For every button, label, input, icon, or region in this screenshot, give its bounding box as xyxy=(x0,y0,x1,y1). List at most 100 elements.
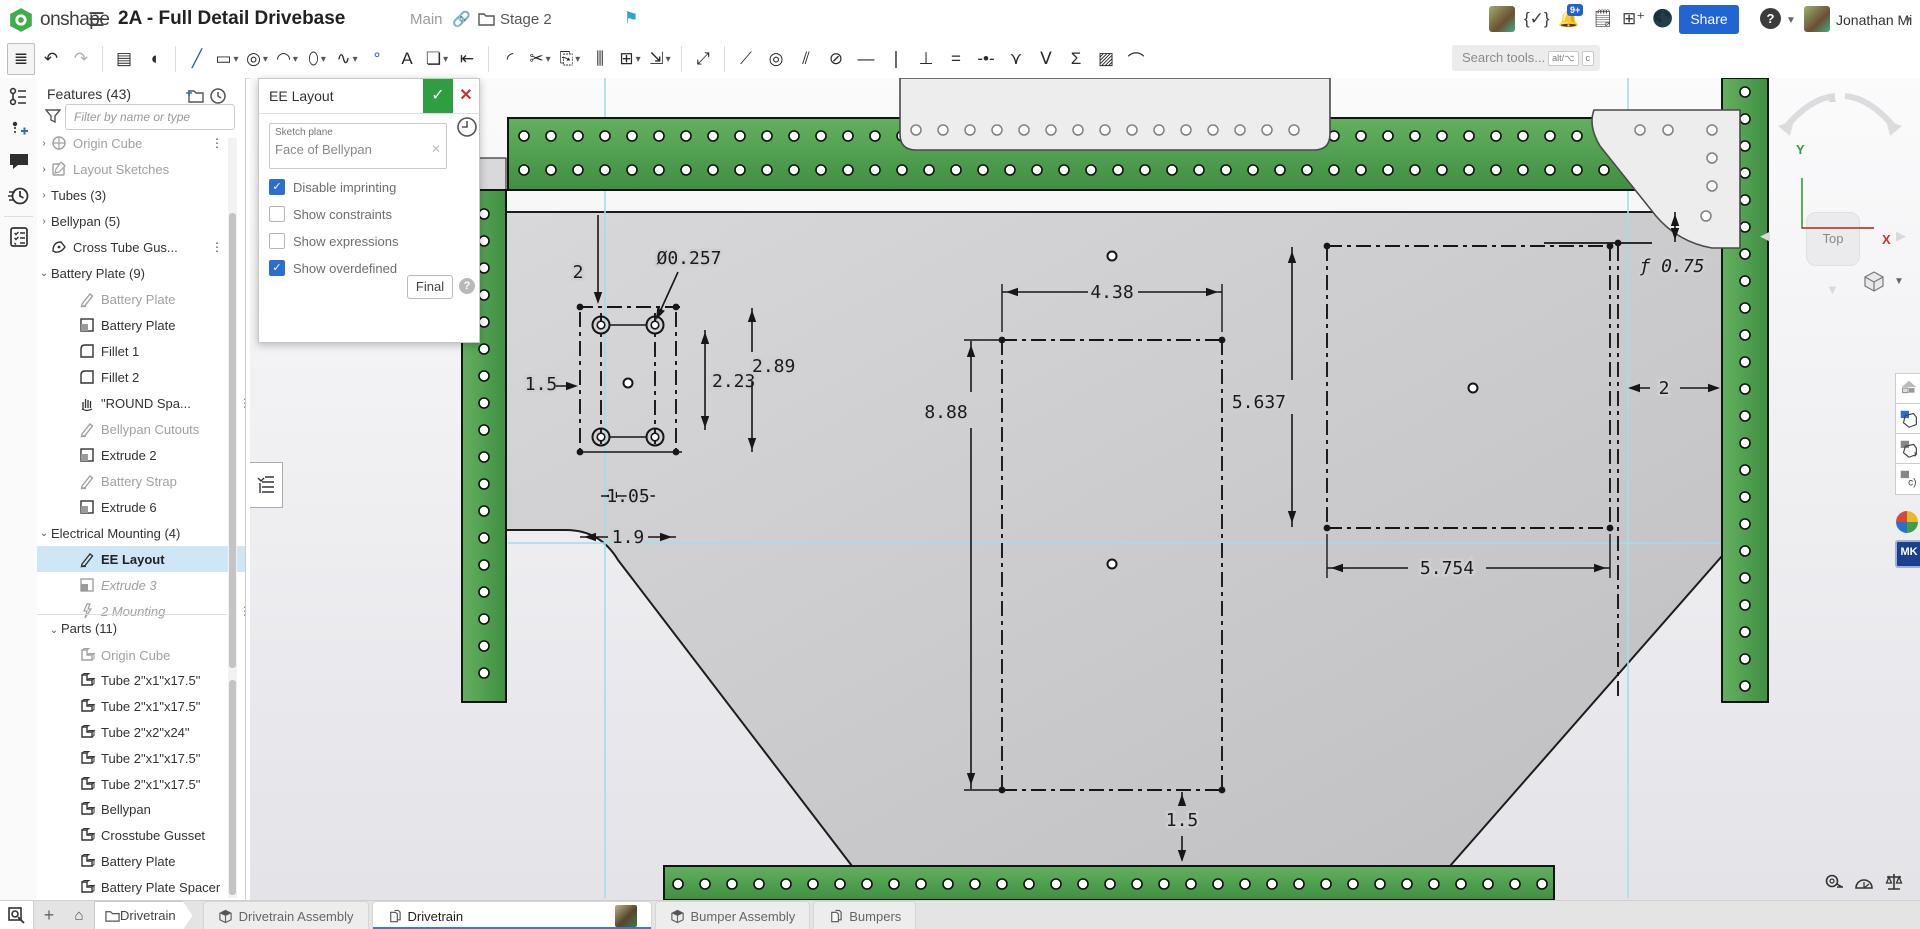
sheet-metal[interactable]: ▤ xyxy=(110,43,138,75)
kebab-menu-icon[interactable]: ⋮ xyxy=(211,136,225,150)
history-icon[interactable] xyxy=(8,184,30,206)
horizontal-constraint[interactable]: — xyxy=(852,43,880,75)
dimension-label[interactable]: ƒ 0.75 xyxy=(1639,256,1704,277)
insert-version-icon[interactable] xyxy=(8,118,30,140)
versions-icon[interactable] xyxy=(8,86,30,108)
document-title[interactable]: 2A - Full Detail Drivebase xyxy=(118,8,345,30)
trim-tool[interactable]: ✂▾ xyxy=(526,43,554,75)
part-item[interactable]: Crosstube Gusset xyxy=(37,823,246,849)
onshape-logo-icon[interactable] xyxy=(8,7,34,33)
part-item[interactable]: Bellypan xyxy=(37,797,246,823)
dimension-label[interactable]: 2 xyxy=(1659,378,1670,399)
point-tool[interactable]: ° xyxy=(363,43,391,75)
feature-item[interactable]: Battery Strap xyxy=(37,468,246,494)
view-left-arrow[interactable]: ◀ xyxy=(1760,228,1770,244)
feature-item[interactable]: Extrude 2 xyxy=(37,442,246,468)
user-avatar[interactable] xyxy=(1804,6,1830,32)
configurations-icon[interactable]: c) xyxy=(1895,463,1920,495)
feature-item[interactable]: Cross Tube Gus... ⋮ xyxy=(37,234,225,260)
feature-item[interactable]: Battery Plate xyxy=(37,312,246,338)
midpoint-constraint[interactable]: -•- xyxy=(972,43,1000,75)
feature-item[interactable]: Fillet 1 xyxy=(37,338,246,364)
mass-properties-icon[interactable] xyxy=(1884,872,1904,892)
dialog-header[interactable]: EE Layout ✓ ✕ xyxy=(259,79,479,114)
equal-constraint[interactable]: = xyxy=(942,43,970,75)
scroll-thumb[interactable] xyxy=(229,213,236,668)
feature-item[interactable]: Bellypan Cutouts xyxy=(37,416,246,442)
collaborator-avatar[interactable] xyxy=(1489,6,1515,32)
comments-icon[interactable] xyxy=(8,150,30,172)
rectangle-tool[interactable]: ▭▾ xyxy=(213,43,241,75)
part-item[interactable]: Battery Plate Spacer xyxy=(37,874,246,900)
feature-item[interactable]: EE Layout xyxy=(37,546,246,572)
dimension-label[interactable]: 1.9 xyxy=(612,527,645,548)
tasks-list-icon[interactable]: 🗒 xyxy=(1592,9,1614,29)
view-mode-caret-icon[interactable]: ▼ xyxy=(1894,276,1904,287)
part-item[interactable]: Tube 2"x1"x17.5" xyxy=(37,694,246,720)
dimension-label[interactable]: 5.637 xyxy=(1232,392,1286,413)
fix-hatch[interactable]: ▨ xyxy=(1092,43,1120,75)
dimension-label[interactable]: 5.754 xyxy=(1420,558,1474,579)
circle-tool[interactable]: ◎▾ xyxy=(243,43,271,75)
filter-funnel-icon[interactable] xyxy=(45,108,61,124)
fillet-tool[interactable]: ◜ xyxy=(496,43,524,75)
feature-item[interactable]: › Tubes (3) xyxy=(37,182,225,208)
coincident-constraint[interactable]: ⟋ xyxy=(732,43,760,75)
dimension-label[interactable]: 1.05 xyxy=(606,486,649,507)
dimension-label[interactable]: 4.38 xyxy=(1090,282,1133,303)
app-store-grid-icon[interactable]: ⊞⁺ xyxy=(1622,9,1645,29)
feature-item[interactable]: › Bellypan (5) xyxy=(37,208,225,234)
manage-tabs-button[interactable] xyxy=(0,901,34,929)
final-button[interactable]: Final xyxy=(407,275,453,299)
user-name[interactable]: Jonathan Mi xyxy=(1836,12,1912,28)
appearance-panel-icon[interactable] xyxy=(1895,373,1920,405)
feature-item[interactable]: "ROUND Spa... ⋮ xyxy=(37,390,246,416)
checkbox-icon[interactable] xyxy=(269,206,285,222)
checkbox-icon[interactable] xyxy=(269,233,285,249)
dialog-help-icon[interactable]: ? xyxy=(459,278,475,294)
expand-arrow-icon[interactable]: › xyxy=(37,138,51,149)
dimension-label[interactable]: 8.88 xyxy=(924,402,967,423)
checkbox-show-overdefined[interactable]: ✓ Show overdefined xyxy=(269,258,397,278)
mk-app[interactable]: MK xyxy=(1895,540,1920,568)
tangent-constraint[interactable]: ⊘ xyxy=(822,43,850,75)
view-down-arrow[interactable]: ▼ xyxy=(1826,282,1839,297)
protractor-icon[interactable] xyxy=(1854,872,1874,892)
checkbox-icon[interactable]: ✓ xyxy=(269,260,285,276)
feature-item[interactable]: Extrude 3 xyxy=(37,572,246,598)
expand-arrow-icon[interactable]: › xyxy=(37,216,51,227)
part-item[interactable]: Battery Plate xyxy=(37,848,246,874)
tab-bumper-assembly[interactable]: Bumper Assembly xyxy=(655,901,811,929)
expand-arrow-icon[interactable]: ⌄ xyxy=(37,268,51,279)
slot-tool[interactable]: ⬯▾ xyxy=(303,43,331,75)
feature-scrollbar[interactable] xyxy=(228,138,237,898)
user-menu-caret-icon[interactable]: ▼ xyxy=(1903,15,1913,26)
dialog-confirm-button[interactable]: ✓ xyxy=(423,79,453,113)
revolve[interactable]: ◖ xyxy=(140,43,168,75)
home-tab-button[interactable]: ⌂ xyxy=(64,901,94,929)
dimension-label[interactable]: 2.23 xyxy=(712,371,755,392)
parallel-constraint[interactable]: ⫽ xyxy=(792,43,820,75)
feature-item[interactable]: › Layout Sketches xyxy=(37,156,225,182)
battery-plate-part[interactable] xyxy=(900,78,1330,150)
import-dxf-tool[interactable]: ⇲▾ xyxy=(646,43,674,75)
checkbox-disable-imprinting[interactable]: ✓ Disable imprinting xyxy=(269,177,396,197)
feature-item[interactable]: ⌄ Battery Plate (9) xyxy=(37,260,225,286)
version-label[interactable]: Stage 2 xyxy=(500,11,552,28)
dimension-label[interactable]: Ø0.257 xyxy=(656,248,721,269)
offset-tool[interactable]: ⎘▾ xyxy=(556,43,584,75)
link-icon[interactable]: 🔗 xyxy=(452,10,471,28)
redo[interactable]: ↷ xyxy=(67,43,95,75)
dimension-label[interactable]: 1.5 xyxy=(1166,810,1199,831)
followers-list-icon[interactable] xyxy=(8,226,30,248)
measure-icon[interactable] xyxy=(1824,872,1844,892)
feature-item[interactable]: ⌄ Electrical Mounting (4) xyxy=(37,520,225,546)
help-caret-icon[interactable]: ▼ xyxy=(1786,15,1796,26)
featurescript-check-icon[interactable]: {✓} xyxy=(1524,9,1550,29)
text-tool[interactable]: A xyxy=(393,43,421,75)
part-item[interactable]: Tube 2"x1"x17.5" xyxy=(37,771,246,797)
tab-bumpers[interactable]: Bumpers xyxy=(813,901,916,929)
curvature-comb[interactable]: ⌒ xyxy=(1122,43,1150,75)
dimension-tool[interactable]: ⇤ xyxy=(453,43,481,75)
checkbox-show-constraints[interactable]: Show constraints xyxy=(269,204,392,224)
